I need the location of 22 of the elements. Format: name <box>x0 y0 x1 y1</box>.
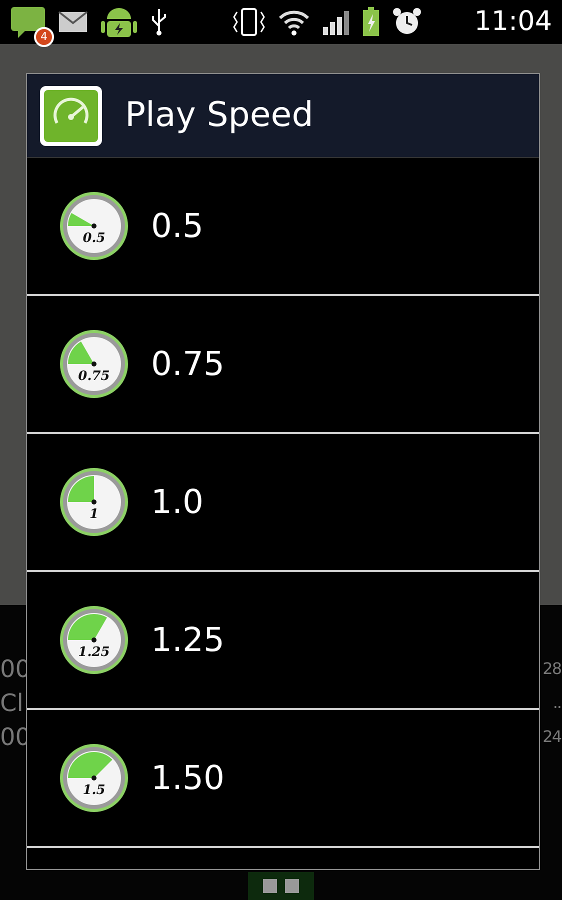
dialog-title: Play Speed <box>125 94 314 137</box>
background-text: .. <box>552 692 561 714</box>
wifi-icon <box>278 8 310 36</box>
background-text: 28 <box>542 658 561 680</box>
signal-icon <box>322 9 350 35</box>
background-text: 24 <box>542 726 561 748</box>
mail-icon <box>58 11 88 33</box>
background-text: Cl <box>0 689 24 717</box>
speed-gauge-icon: 1 <box>59 467 129 537</box>
chat-icon <box>10 5 46 39</box>
speed-gauge-icon: 1.5 <box>59 743 129 813</box>
usb-icon <box>150 8 168 36</box>
page-indicator <box>248 872 314 900</box>
speed-gauge-icon: 1.25 <box>59 605 129 675</box>
status-time: 11:04 <box>474 4 552 39</box>
battery-icon <box>362 7 380 37</box>
speed-gauge-icon: 0.75 <box>59 329 129 399</box>
speed-gauge-icon: 0.5 <box>59 191 129 261</box>
vibrate-icon <box>232 7 266 37</box>
android-icon <box>100 5 138 39</box>
gauge-icon <box>39 84 103 146</box>
alarm-icon <box>392 7 422 37</box>
